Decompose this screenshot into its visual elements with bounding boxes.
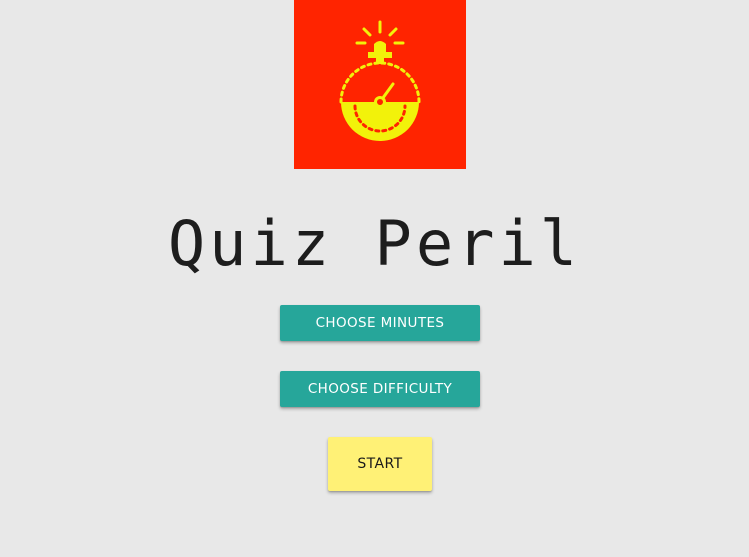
- app-logo: [294, 0, 466, 169]
- page-title: Quiz Peril: [167, 207, 582, 280]
- alarm-stopwatch-icon: [339, 20, 421, 141]
- start-button[interactable]: START: [328, 437, 432, 491]
- choose-minutes-button[interactable]: CHOOSE MINUTES: [280, 305, 480, 341]
- choose-difficulty-button[interactable]: CHOOSE DIFFICULTY: [280, 371, 480, 407]
